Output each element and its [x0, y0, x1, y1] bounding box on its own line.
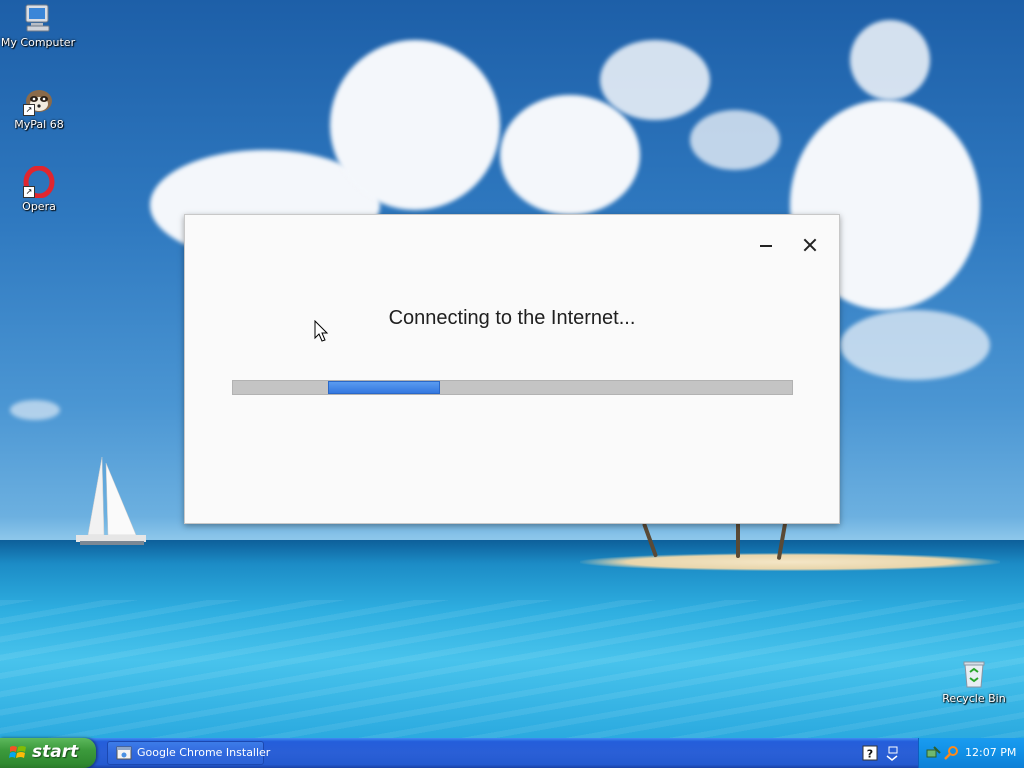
progress-bar	[232, 380, 793, 395]
desktop-icon-opera[interactable]: ↗ Opera	[1, 165, 77, 213]
search-icon[interactable]	[943, 745, 959, 761]
wallpaper-cloud	[330, 40, 500, 210]
tray-expand-icon[interactable]	[884, 745, 900, 761]
wallpaper-cloud	[690, 110, 780, 170]
wallpaper-cloud	[850, 20, 930, 100]
network-icon[interactable]	[925, 745, 941, 761]
windows-logo-icon	[9, 746, 26, 758]
minimize-icon	[760, 245, 772, 247]
system-tray: 12:07 PM	[918, 738, 1024, 768]
svg-text:?: ?	[867, 748, 873, 761]
sailboat	[76, 456, 146, 545]
shortcut-arrow-icon: ↗	[23, 186, 35, 198]
wallpaper-cloud	[600, 40, 710, 120]
desktop-icon-recycle-bin[interactable]: Recycle Bin	[936, 658, 1012, 705]
minimize-button[interactable]	[754, 235, 778, 255]
desktop-icon-label: My Computer	[0, 36, 76, 49]
wallpaper-sea-glint	[0, 600, 1024, 738]
shortcut-arrow-icon: ↗	[23, 104, 35, 116]
wallpaper-island	[580, 553, 1000, 571]
help-icon[interactable]: ?	[862, 745, 878, 761]
raccoon-icon: ↗	[23, 84, 55, 116]
taskbar-button-label: Google Chrome Installer	[137, 746, 271, 759]
wallpaper-cloud	[500, 95, 640, 215]
opera-icon: ↗	[23, 165, 55, 199]
close-button[interactable]	[798, 235, 822, 255]
wallpaper-cloud	[10, 400, 60, 420]
start-button[interactable]: start	[0, 738, 96, 768]
recycle-bin-icon	[958, 658, 990, 690]
taskbar: start Google Chrome Installer ? 12:07 PM	[0, 738, 1024, 768]
wallpaper-cloud	[840, 310, 990, 380]
desktop-icon-label: MyPal 68	[14, 118, 64, 131]
desktop-icon-label: Recycle Bin	[942, 692, 1006, 705]
status-text: Connecting to the Internet...	[388, 307, 636, 329]
clock: 12:07 PM	[965, 746, 1017, 759]
desktop-icon-my-computer[interactable]: My Computer	[0, 2, 76, 49]
taskbar-button-chrome-installer[interactable]: Google Chrome Installer	[107, 741, 270, 765]
progress-fill	[328, 381, 440, 394]
palm-trunk	[736, 522, 740, 558]
desktop-icon-mypal[interactable]: ↗ MyPal 68	[1, 84, 77, 131]
mouse-cursor	[314, 320, 329, 342]
start-label: start	[32, 742, 79, 762]
desktop-icon-label: Opera	[22, 200, 56, 213]
computer-icon	[22, 2, 54, 34]
chrome-installer-window: Connecting to the Internet...	[184, 214, 840, 524]
installer-window-icon	[116, 746, 132, 760]
